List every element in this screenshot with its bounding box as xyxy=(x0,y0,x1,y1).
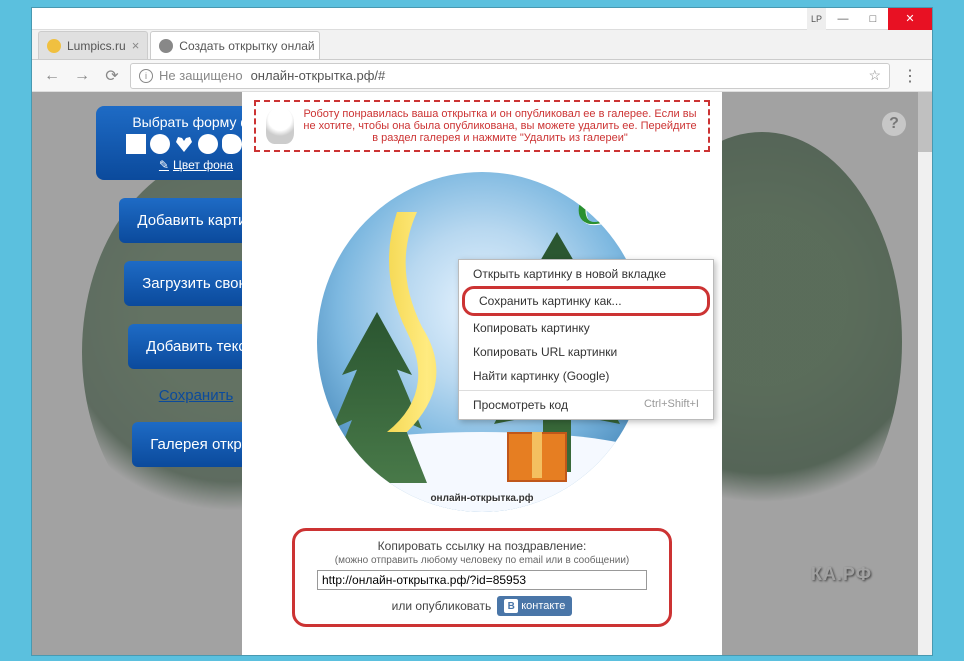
tab-strip: Lumpics.ru × Создать открытку онлай × xyxy=(32,30,932,60)
vk-icon: В xyxy=(504,599,518,613)
address-bar: ← → ⟳ i Не защищено онлайн-открытка.рф/#… xyxy=(32,60,932,92)
context-menu: Открыть картинку в новой вкладке Сохрани… xyxy=(458,259,714,420)
vertical-scrollbar[interactable] xyxy=(918,92,932,655)
ctx-copy-image-url[interactable]: Копировать URL картинки xyxy=(459,340,713,364)
brush-icon: ✎ xyxy=(159,158,169,172)
window-title-bar: LP — □ ✕ xyxy=(32,8,932,30)
share-title: Копировать ссылку на поздравление: xyxy=(317,539,647,553)
browser-window: LP — □ ✕ Lumpics.ru × Создать открытку о… xyxy=(32,8,932,655)
info-icon[interactable]: i xyxy=(139,69,153,83)
or-publish-label: или опубликовать xyxy=(392,599,492,613)
lp-badge: LP xyxy=(807,8,826,30)
shape-blob-icon[interactable] xyxy=(222,134,242,154)
share-url-input[interactable] xyxy=(317,570,647,590)
shape-thought-icon[interactable] xyxy=(198,134,218,154)
shape-heart-icon[interactable] xyxy=(174,134,194,154)
favicon-icon xyxy=(47,39,61,53)
ctx-inspect[interactable]: Просмотреть код Ctrl+Shift+I xyxy=(459,393,713,417)
share-panel: Копировать ссылку на поздравление: (можн… xyxy=(292,528,672,627)
url-input[interactable]: i Не защищено онлайн-открытка.рф/# ☆ xyxy=(130,63,890,89)
tab-lumpics[interactable]: Lumpics.ru × xyxy=(38,31,148,59)
reload-button[interactable]: ⟳ xyxy=(100,64,124,88)
favicon-icon xyxy=(159,39,173,53)
shortcut-label: Ctrl+Shift+I xyxy=(644,398,699,412)
insecure-label: Не защищено xyxy=(159,68,243,83)
vk-share-button[interactable]: В контакте xyxy=(497,596,572,616)
help-button[interactable]: ? xyxy=(882,112,906,136)
or-publish-row: или опубликовать В контакте xyxy=(317,596,647,616)
back-button[interactable]: ← xyxy=(40,64,64,88)
postcard-watermark: онлайн-открытка.рф xyxy=(430,493,533,504)
robot-icon xyxy=(266,108,294,144)
bookmark-star-icon[interactable]: ☆ xyxy=(868,67,881,84)
context-menu-separator xyxy=(459,390,713,391)
postcard-text-s: С xyxy=(577,187,607,235)
window-maximize-button[interactable]: □ xyxy=(858,8,888,30)
shape-square-icon[interactable] xyxy=(126,134,146,154)
scrollbar-thumb[interactable] xyxy=(918,92,932,152)
close-icon[interactable]: × xyxy=(132,38,140,53)
tab-title: Создать открытку онлай xyxy=(179,39,314,53)
gallery-button[interactable]: Галерея откр xyxy=(132,422,259,467)
window-close-button[interactable]: ✕ xyxy=(888,8,932,30)
share-subtitle: (можно отправить любому человеку по emai… xyxy=(317,555,647,566)
browser-menu-button[interactable]: ⋮ xyxy=(896,66,924,86)
gift-decor xyxy=(507,432,567,482)
ctx-search-google[interactable]: Найти картинку (Google) xyxy=(459,364,713,388)
robot-message: Роботу понравилась ваша открытка и он оп… xyxy=(302,108,698,144)
shape-circle-icon[interactable] xyxy=(150,134,170,154)
ctx-copy-image[interactable]: Копировать картинку xyxy=(459,316,713,340)
robot-notice: Роботу понравилась ваша открытка и он оп… xyxy=(254,100,710,152)
viewport: КА.РФ ? Выбрать форму фо ✎ Цвет фона xyxy=(32,92,932,655)
tab-title: Lumpics.ru xyxy=(67,39,126,53)
ctx-open-new-tab[interactable]: Открыть картинку в новой вкладке xyxy=(459,262,713,286)
save-link[interactable]: Сохранить xyxy=(159,387,234,404)
url-text: онлайн-открытка.рф/# xyxy=(251,68,386,83)
ctx-save-image-as[interactable]: Сохранить картинку как... xyxy=(465,289,707,313)
tab-postcard[interactable]: Создать открытку онлай × xyxy=(150,31,320,59)
window-minimize-button[interactable]: — xyxy=(828,8,858,30)
forward-button[interactable]: → xyxy=(70,64,94,88)
